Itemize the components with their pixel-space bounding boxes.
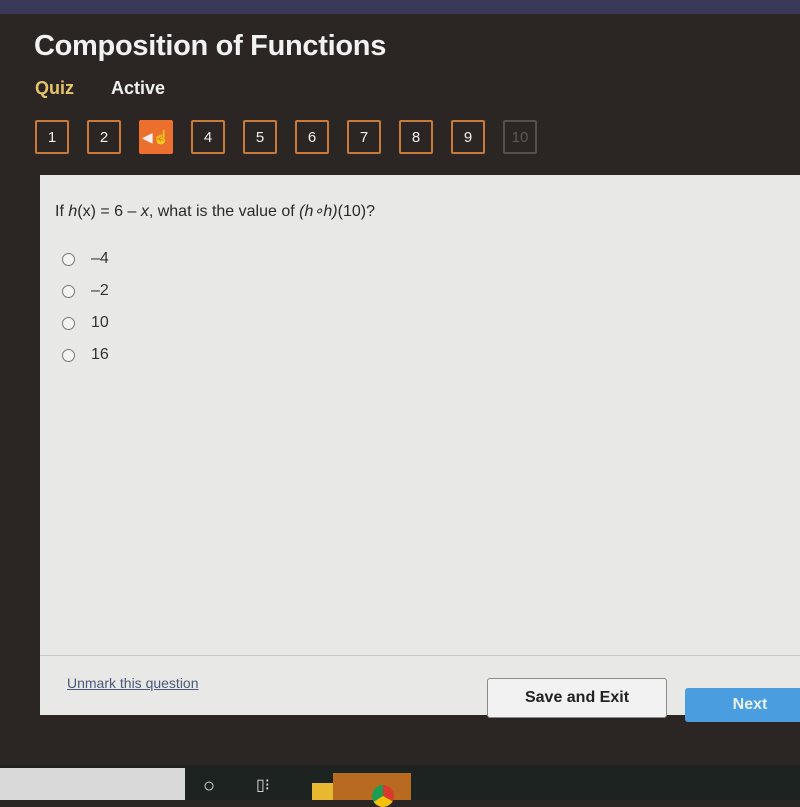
answer-option[interactable]: –2 [62,275,109,307]
question-navigation: 1 2 ◀☝ 4 5 6 7 8 9 10 [35,120,537,154]
question-number: 5 [255,128,265,146]
question-nav-8[interactable]: 8 [399,120,433,154]
option-label: –4 [91,250,109,267]
question-number: 1 [47,128,57,146]
save-and-exit-button[interactable]: Save and Exit [487,678,667,718]
question-number: 6 [307,128,317,146]
question-prefix: If [55,203,69,220]
question-nav-9[interactable]: 9 [451,120,485,154]
question-nav-2[interactable]: 2 [87,120,121,154]
question-number: 2 [99,128,109,146]
question-nav-5[interactable]: 5 [243,120,277,154]
taskbar: ○ ▯⁝ [0,765,800,807]
variable: x [140,203,149,220]
function-definition: (x) = 6 – [77,203,141,220]
footer-divider [40,655,800,656]
question-number: 4 [203,128,213,146]
question-nav-1[interactable]: 1 [35,120,69,154]
answer-option[interactable]: –4 [62,243,109,275]
radio-button[interactable] [62,316,75,330]
question-nav-6[interactable]: 6 [295,120,329,154]
question-nav-10: 10 [503,120,537,154]
question-number: 10 [511,128,529,146]
radio-button[interactable] [62,252,75,266]
next-button[interactable]: Next [685,688,800,722]
radio-button[interactable] [62,348,75,362]
composition-expression: (h∘h) [299,203,338,220]
question-number: 8 [411,128,421,146]
task-view-icon[interactable]: ▯⁝ [256,775,270,795]
cortana-circle-icon[interactable]: ○ [203,775,215,798]
question-nav-4[interactable]: 4 [191,120,225,154]
answer-option[interactable]: 16 [62,339,109,371]
option-label: –2 [91,282,109,299]
question-nav-3[interactable]: ◀☝ [139,120,173,154]
unmark-question-link[interactable]: Unmark this question [67,675,199,691]
question-number: 7 [359,128,369,146]
question-middle: , what is the value of [148,203,300,220]
taskbar-search-box[interactable] [0,768,185,800]
question-panel: If h(x) = 6 – x, what is the value of (h… [40,175,800,722]
flag-arrow-icon: ◀☝ [141,128,171,145]
page-title: Composition of Functions [34,30,387,62]
chrome-taskbar-tile[interactable] [333,773,411,807]
browser-top-strip [0,0,800,14]
question-text: If h(x) = 6 – x, what is the value of (h… [55,201,375,221]
status-label: Active [111,78,166,98]
question-number: 9 [463,128,473,146]
function-name: h [68,203,78,220]
answer-option[interactable]: 10 [62,307,109,339]
option-label: 16 [91,346,109,363]
answer-options: –4 –2 10 16 [62,243,109,371]
option-label: 10 [91,314,109,331]
activity-type-label: Quiz [35,78,74,98]
radio-button[interactable] [62,284,75,298]
composition-argument: (10)? [337,203,375,220]
chrome-icon [372,785,394,807]
question-nav-7[interactable]: 7 [347,120,381,154]
